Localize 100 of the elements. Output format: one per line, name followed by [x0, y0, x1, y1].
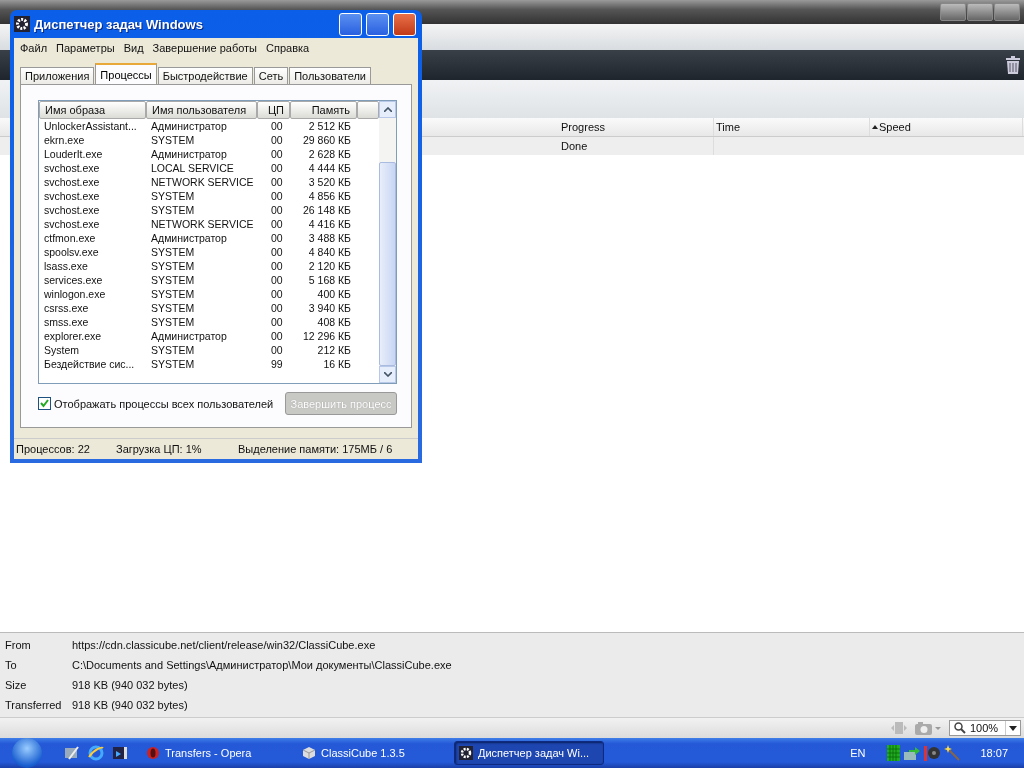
process-name: lsass.exe: [43, 260, 89, 272]
browser-icon[interactable]: [88, 745, 104, 761]
cpu-value: 00: [270, 344, 284, 356]
process-name: UnlockerAssistant...: [43, 120, 138, 132]
column-header[interactable]: ЦП: [257, 101, 290, 119]
process-name: svchost.exe: [43, 204, 101, 216]
process-name: explorer.exe: [43, 330, 103, 342]
user-name: SYSTEM: [150, 134, 196, 146]
process-row[interactable]: Бездействие сис... SYSTEM 99 16 КБ: [39, 357, 379, 371]
maximize-button[interactable]: [967, 3, 993, 21]
zoom-dropdown[interactable]: 100%: [949, 720, 1021, 736]
process-row[interactable]: ctfmon.exe Администратор 00 3 488 КБ: [39, 231, 379, 245]
memory-value: 4 840 КБ: [307, 246, 352, 258]
taskbar-button[interactable]: ClassiCube 1.3.5: [298, 741, 448, 765]
tab[interactable]: Процессы: [95, 63, 157, 84]
memory-value: 2 628 КБ: [307, 148, 352, 160]
column-header[interactable]: Speed: [870, 118, 1023, 136]
cpu-value: 00: [270, 134, 284, 146]
wand-icon[interactable]: [944, 745, 961, 761]
user-name: SYSTEM: [150, 260, 196, 272]
table-cell: Done: [559, 137, 714, 155]
cpu-value: 99: [270, 358, 284, 370]
cpu-value: 00: [270, 232, 284, 244]
camera-icon[interactable]: [915, 721, 941, 735]
detail-value: C:\Documents and Settings\Администратор\Мои документы\ClassiCube.exe: [72, 659, 452, 671]
process-row[interactable]: System SYSTEM 00 212 КБ: [39, 343, 379, 357]
trash-icon[interactable]: [1006, 56, 1020, 74]
process-name: System: [43, 344, 80, 356]
tray-icon[interactable]: [887, 745, 901, 761]
process-row[interactable]: svchost.exe SYSTEM 00 26 148 КБ: [39, 203, 379, 217]
status-text: Загрузка ЦП: 1%: [115, 443, 203, 455]
process-name: ctfmon.exe: [43, 232, 97, 244]
user-name: LOCAL SERVICE: [150, 162, 235, 174]
cpu-value: 00: [270, 218, 284, 230]
network-icon[interactable]: [904, 745, 921, 761]
taskbar-button[interactable]: Диспетчер задач Wi...: [454, 741, 604, 765]
process-row[interactable]: svchost.exe SYSTEM 00 4 856 КБ: [39, 189, 379, 203]
cpu-value: 00: [270, 176, 284, 188]
memory-value: 3 488 КБ: [307, 232, 352, 244]
clock: 18:07: [980, 747, 1008, 759]
process-row[interactable]: winlogon.exe SYSTEM 00 400 КБ: [39, 287, 379, 301]
desktop-icon[interactable]: [64, 745, 80, 761]
column-header[interactable]: Time: [714, 118, 870, 136]
cpu-value: 00: [270, 302, 284, 314]
process-row[interactable]: svchost.exe NETWORK SERVICE 00 4 416 КБ: [39, 217, 379, 231]
process-row[interactable]: spoolsv.exe SYSTEM 00 4 840 КБ: [39, 245, 379, 259]
tab[interactable]: Сеть: [253, 67, 289, 84]
start-button[interactable]: [12, 738, 42, 768]
column-header[interactable]: Память: [290, 101, 357, 119]
user-name: SYSTEM: [150, 204, 196, 216]
cpu-value: 00: [270, 246, 284, 258]
process-row[interactable]: csrss.exe SYSTEM 00 3 940 КБ: [39, 301, 379, 315]
column-header[interactable]: Progress: [559, 118, 714, 136]
gear-icon: [459, 746, 473, 760]
process-row[interactable]: lsass.exe SYSTEM 00 2 120 КБ: [39, 259, 379, 273]
menu-item[interactable]: Параметры: [52, 42, 119, 54]
process-row[interactable]: explorer.exe Администратор 00 12 296 КБ: [39, 329, 379, 343]
process-row[interactable]: smss.exe SYSTEM 00 408 КБ: [39, 315, 379, 329]
detail-label: From: [4, 639, 32, 651]
user-name: SYSTEM: [150, 246, 196, 258]
process-name: spoolsv.exe: [43, 246, 100, 258]
process-row[interactable]: svchost.exe LOCAL SERVICE 00 4 444 КБ: [39, 161, 379, 175]
memory-value: 16 КБ: [322, 358, 352, 370]
taskbar-button[interactable]: Transfers - Opera: [142, 741, 292, 765]
minimize-button[interactable]: [940, 3, 966, 21]
language-indicator[interactable]: EN: [850, 747, 866, 759]
speaker-icon[interactable]: [924, 745, 941, 761]
column-header[interactable]: [357, 101, 379, 119]
process-row[interactable]: LouderIt.exe Администратор 00 2 628 КБ: [39, 147, 379, 161]
user-name: NETWORK SERVICE: [150, 218, 255, 230]
process-row[interactable]: ekrn.exe SYSTEM 00 29 860 КБ: [39, 133, 379, 147]
menu-item[interactable]: Вид: [119, 42, 148, 54]
user-name: SYSTEM: [150, 344, 196, 356]
checkbox[interactable]: [38, 397, 51, 410]
process-name: smss.exe: [43, 316, 90, 328]
checkbox-label[interactable]: Отображать процессы всех пользователей: [54, 397, 274, 410]
cpu-value: 00: [270, 288, 284, 300]
close-button[interactable]: [994, 3, 1020, 21]
memory-value: 4 416 КБ: [307, 218, 352, 230]
column-header[interactable]: Имя образа: [39, 101, 146, 119]
cpu-value: 00: [270, 316, 284, 328]
media-icon[interactable]: [112, 745, 128, 761]
process-row[interactable]: UnlockerAssistant... Администратор 00 2 512 КБ: [39, 119, 379, 133]
scrollbar[interactable]: [379, 101, 396, 383]
detail-label: Size: [4, 679, 28, 691]
tab[interactable]: Пользователи: [289, 67, 371, 84]
memory-value: 4 856 КБ: [307, 190, 352, 202]
memory-value: 5 168 КБ: [307, 274, 352, 286]
tab[interactable]: Приложения: [20, 67, 95, 84]
process-row[interactable]: services.exe SYSTEM 00 5 168 КБ: [39, 273, 379, 287]
column-header[interactable]: Имя пользователя: [146, 101, 257, 119]
memory-value: 408 КБ: [316, 316, 352, 328]
window-title: Диспетчер задач Windows: [34, 16, 204, 32]
menu-item[interactable]: Завершение работы: [148, 42, 261, 54]
menu-item[interactable]: Файл: [16, 42, 52, 54]
process-name: ekrn.exe: [43, 134, 86, 146]
tab[interactable]: Быстродействие: [157, 67, 253, 84]
menu-item[interactable]: Справка: [262, 42, 314, 54]
process-row[interactable]: svchost.exe NETWORK SERVICE 00 3 520 КБ: [39, 175, 379, 189]
user-name: SYSTEM: [150, 288, 196, 300]
